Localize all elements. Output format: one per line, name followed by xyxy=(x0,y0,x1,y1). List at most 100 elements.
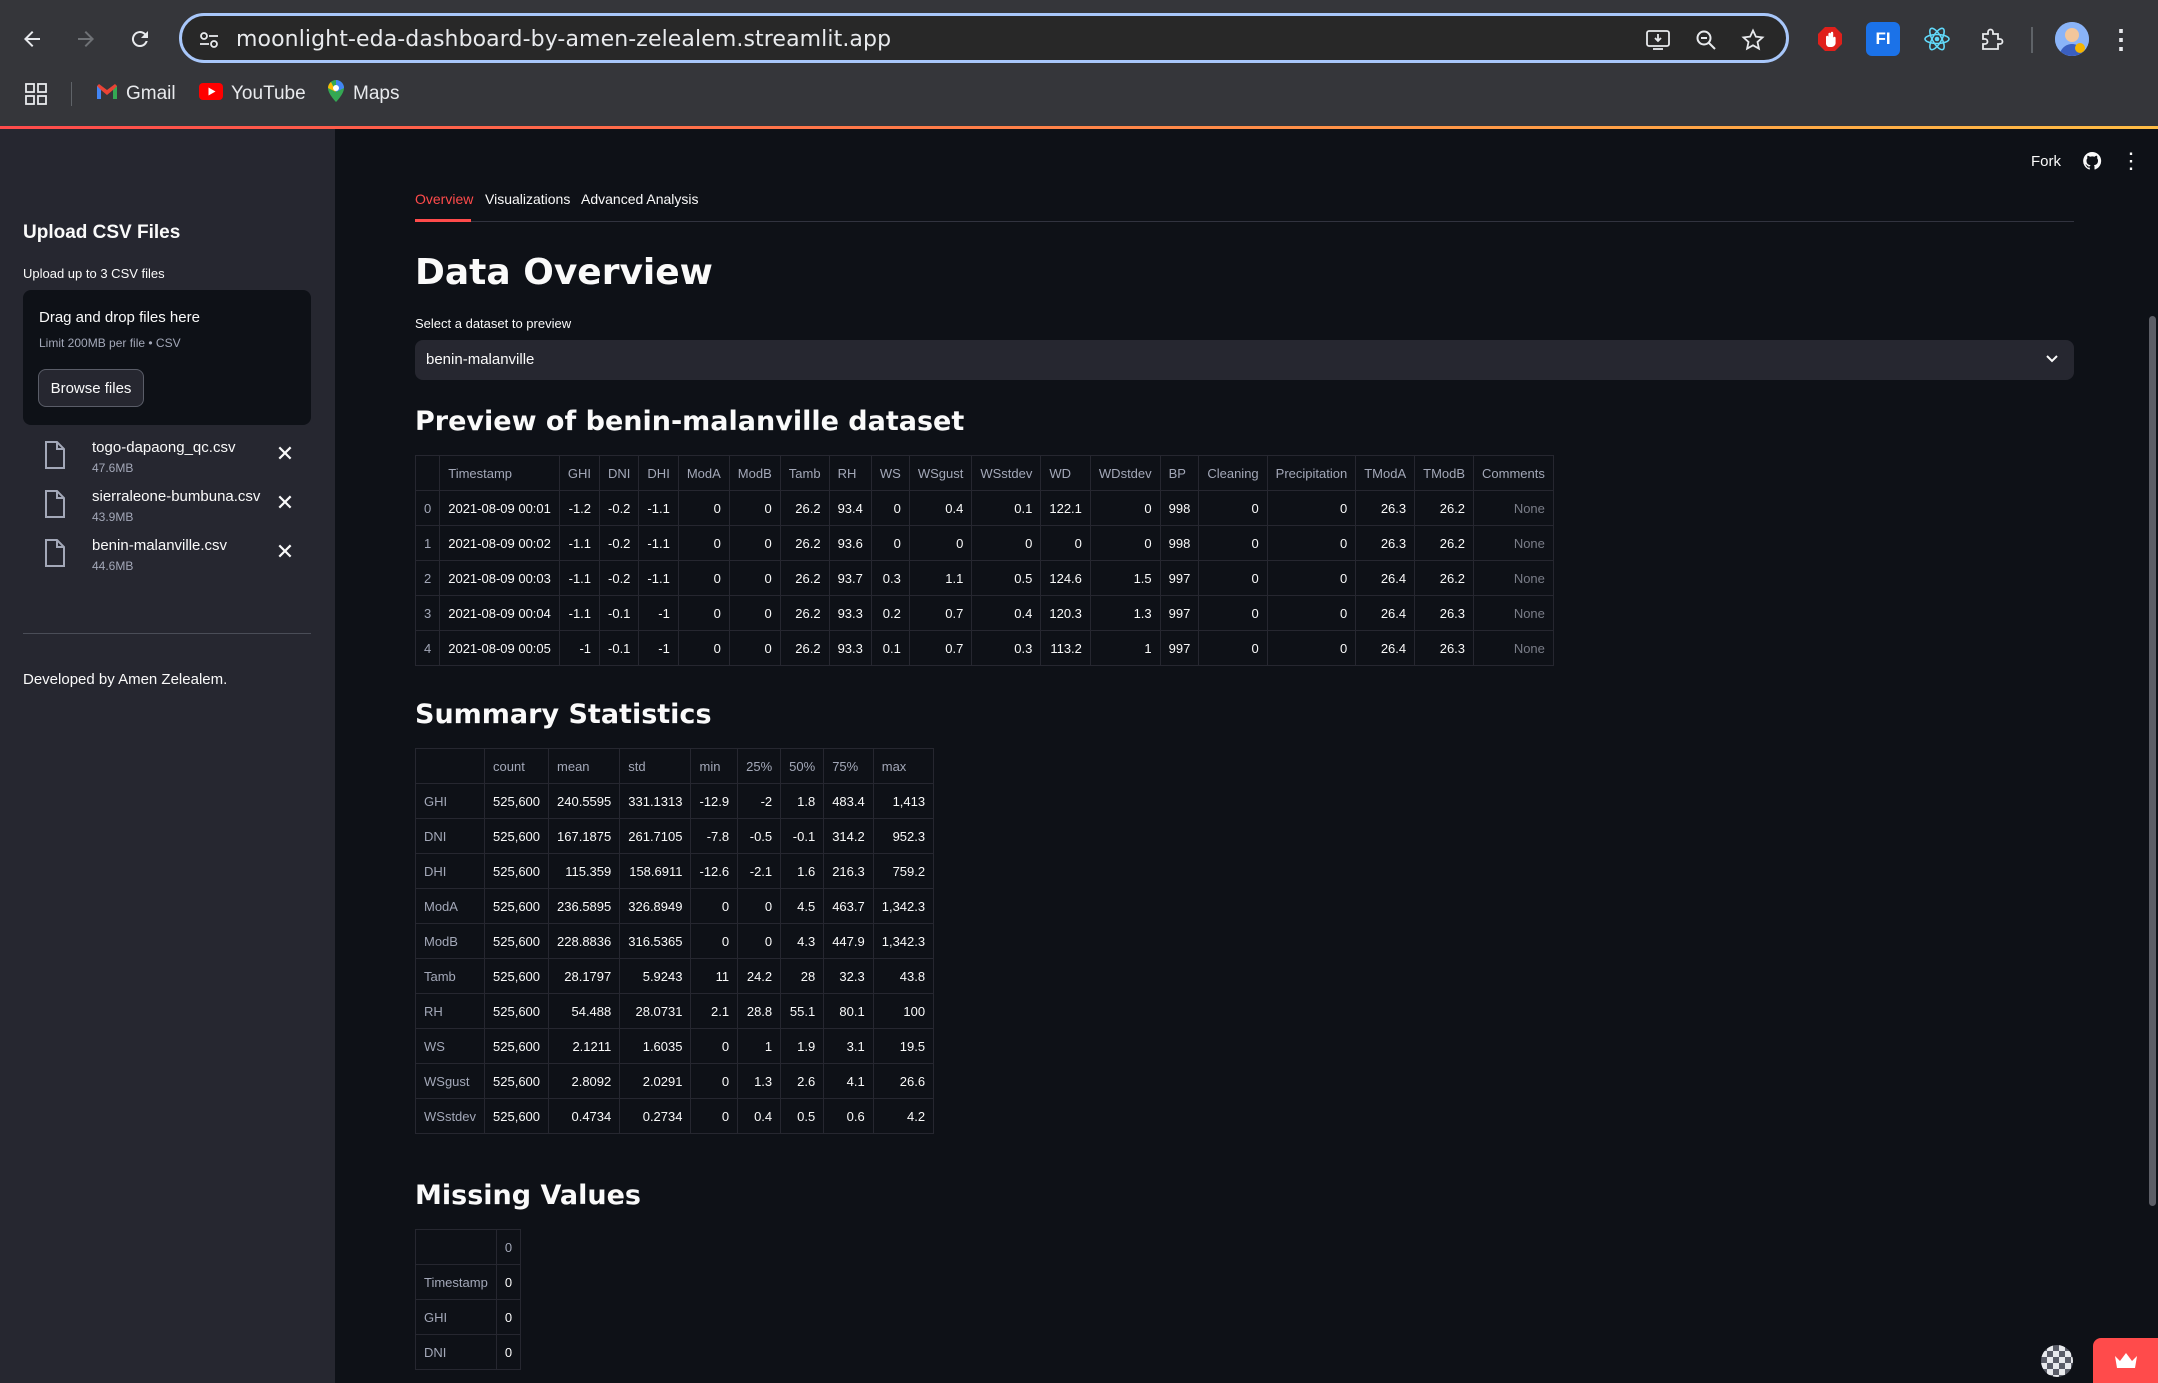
table-cell[interactable]: 483.4 xyxy=(823,783,874,819)
bookmark-youtube[interactable]: YouTube xyxy=(199,80,306,108)
table-cell[interactable]: 26.6 xyxy=(872,1063,935,1099)
table-cell[interactable]: 167.1875 xyxy=(548,818,621,854)
table-cell[interactable]: -1.2 xyxy=(558,490,601,526)
table-cell[interactable]: 2.1 xyxy=(690,993,739,1029)
table-cell[interactable]: 228.8836 xyxy=(548,923,621,959)
table-cell[interactable]: 0 xyxy=(677,560,730,596)
table-cell[interactable]: None xyxy=(1473,560,1554,596)
table-cell[interactable]: 0 xyxy=(870,490,910,526)
table-cell[interactable]: 2021-08-09 00:01 xyxy=(439,490,560,526)
table-cell[interactable]: 26.3 xyxy=(1355,525,1416,561)
table-cell[interactable]: 2021-08-09 00:05 xyxy=(439,630,560,666)
table-cell[interactable]: 0 xyxy=(495,1299,522,1335)
table-cell[interactable]: 0 xyxy=(908,525,973,561)
table-cell[interactable]: 759.2 xyxy=(872,853,935,889)
row-index[interactable]: 0 xyxy=(414,490,441,526)
table-cell[interactable]: 0 xyxy=(677,525,730,561)
table-cell[interactable]: 0 xyxy=(1198,525,1268,561)
table-cell[interactable]: 28 xyxy=(780,958,825,994)
table-cell[interactable]: 26.4 xyxy=(1355,630,1416,666)
table-cell[interactable]: 80.1 xyxy=(823,993,874,1029)
table-cell[interactable]: 4.1 xyxy=(823,1063,874,1099)
table-cell[interactable]: 0 xyxy=(690,1063,739,1099)
table-cell[interactable]: 122.1 xyxy=(1040,490,1091,526)
table-cell[interactable]: 26.2 xyxy=(779,630,830,666)
column-header[interactable] xyxy=(414,455,441,491)
streamlit-status-avatar[interactable] xyxy=(2041,1345,2073,1377)
table-cell[interactable]: -0.5 xyxy=(737,818,782,854)
table-cell[interactable]: -2.1 xyxy=(737,853,782,889)
table-cell[interactable]: 24.2 xyxy=(737,958,782,994)
table-cell[interactable]: 0 xyxy=(677,490,730,526)
table-cell[interactable]: 1.5 xyxy=(1089,560,1161,596)
table-cell[interactable]: -1.1 xyxy=(558,560,601,596)
streamlit-crown-badge[interactable] xyxy=(2093,1338,2158,1383)
site-info-icon[interactable] xyxy=(195,26,223,54)
table-cell[interactable]: -0.2 xyxy=(599,560,640,596)
table-cell[interactable]: 525,600 xyxy=(484,993,550,1029)
table-cell[interactable]: 0.1 xyxy=(971,490,1042,526)
column-header[interactable]: count xyxy=(484,748,550,784)
column-header[interactable]: Cleaning xyxy=(1198,455,1268,491)
zoom-icon[interactable] xyxy=(1692,26,1720,54)
table-cell[interactable]: None xyxy=(1473,525,1554,561)
table-cell[interactable]: 26.2 xyxy=(779,560,830,596)
table-cell[interactable]: -0.2 xyxy=(599,490,640,526)
table-cell[interactable]: 3.1 xyxy=(823,1028,874,1064)
table-cell[interactable]: 997 xyxy=(1159,630,1200,666)
table-cell[interactable]: 525,600 xyxy=(484,1098,550,1134)
table-cell[interactable]: -2 xyxy=(737,783,782,819)
reload-icon[interactable] xyxy=(123,22,157,56)
table-cell[interactable]: 0 xyxy=(1040,525,1091,561)
profile-avatar[interactable] xyxy=(2055,22,2089,56)
app-menu-icon[interactable]: ⋮ xyxy=(2120,148,2142,174)
table-cell[interactable]: 1 xyxy=(737,1028,782,1064)
table-cell[interactable]: 2.8092 xyxy=(548,1063,621,1099)
table-cell[interactable]: 0.4 xyxy=(971,595,1042,631)
column-header[interactable]: 75% xyxy=(823,748,874,784)
forward-arrow-icon[interactable] xyxy=(69,22,103,56)
row-index[interactable]: RH xyxy=(414,993,486,1029)
table-cell[interactable]: -0.1 xyxy=(599,630,640,666)
table-cell[interactable]: 93.7 xyxy=(828,560,872,596)
row-index[interactable]: WSstdev xyxy=(414,1098,486,1134)
table-cell[interactable]: 0 xyxy=(728,490,781,526)
table-cell[interactable]: 100 xyxy=(872,993,935,1029)
table-cell[interactable]: -0.1 xyxy=(780,818,825,854)
table-cell[interactable]: 26.3 xyxy=(1355,490,1416,526)
table-cell[interactable]: 158.6911 xyxy=(619,853,692,889)
table-cell[interactable]: 952.3 xyxy=(872,818,935,854)
row-index[interactable]: DNI xyxy=(414,818,486,854)
table-cell[interactable]: 2021-08-09 00:02 xyxy=(439,525,560,561)
apps-grid-icon[interactable] xyxy=(24,82,48,111)
row-index[interactable]: GHI xyxy=(415,1299,497,1335)
table-cell[interactable]: 314.2 xyxy=(823,818,874,854)
react-devtools-icon[interactable] xyxy=(1920,22,1954,56)
column-header[interactable]: max xyxy=(872,748,935,784)
column-header[interactable]: ModA xyxy=(677,455,730,491)
table-cell[interactable]: 0 xyxy=(1266,595,1357,631)
table-cell[interactable]: 216.3 xyxy=(823,853,874,889)
table-cell[interactable]: 1,413 xyxy=(872,783,935,819)
table-cell[interactable]: 326.8949 xyxy=(619,888,692,924)
table-cell[interactable]: 525,600 xyxy=(484,1028,550,1064)
table-cell[interactable]: None xyxy=(1473,630,1554,666)
table-cell[interactable]: 0.1 xyxy=(870,630,910,666)
column-header[interactable]: DNI xyxy=(599,455,640,491)
table-cell[interactable]: 0.4 xyxy=(908,490,973,526)
table-cell[interactable]: 0.3 xyxy=(870,560,910,596)
column-header[interactable]: Precipitation xyxy=(1266,455,1357,491)
table-cell[interactable]: 0.3 xyxy=(971,630,1042,666)
row-index[interactable]: DNI xyxy=(415,1334,497,1370)
table-cell[interactable]: 331.1313 xyxy=(619,783,692,819)
row-index[interactable]: GHI xyxy=(414,783,486,819)
table-cell[interactable]: 2.1211 xyxy=(548,1028,621,1064)
row-index[interactable]: 1 xyxy=(414,525,441,561)
table-cell[interactable]: 998 xyxy=(1159,490,1200,526)
column-header[interactable]: ModB xyxy=(728,455,781,491)
table-cell[interactable]: 1.8 xyxy=(780,783,825,819)
table-cell[interactable]: 1.1 xyxy=(908,560,973,596)
table-cell[interactable]: -12.9 xyxy=(690,783,739,819)
row-index[interactable]: WSgust xyxy=(414,1063,486,1099)
table-cell[interactable]: 316.5365 xyxy=(619,923,692,959)
